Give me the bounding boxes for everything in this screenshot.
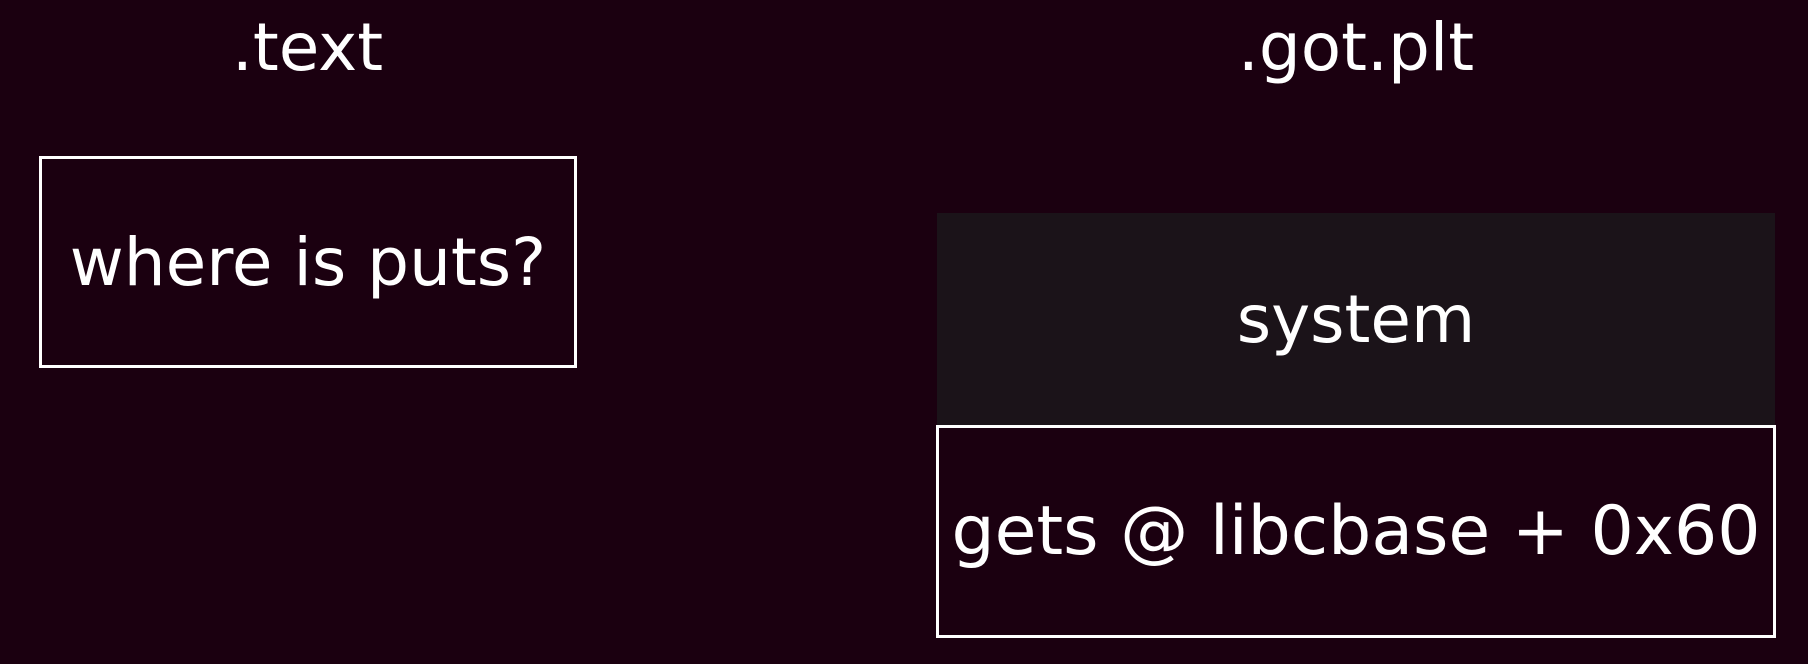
text-section-box-label: where is puts? (69, 223, 547, 301)
got-plt-entry-label: gets @ libcbase + 0x60 (951, 492, 1761, 571)
text-section-title: .text (231, 9, 384, 86)
got-plt-entry-system: system (937, 213, 1775, 425)
text-section-box: where is puts? (39, 156, 577, 368)
got-plt-entry-gets: gets @ libcbase + 0x60 (936, 425, 1776, 638)
got-plt-section-title: .got.plt (1237, 9, 1475, 86)
got-plt-entry-label: system (1236, 280, 1476, 358)
